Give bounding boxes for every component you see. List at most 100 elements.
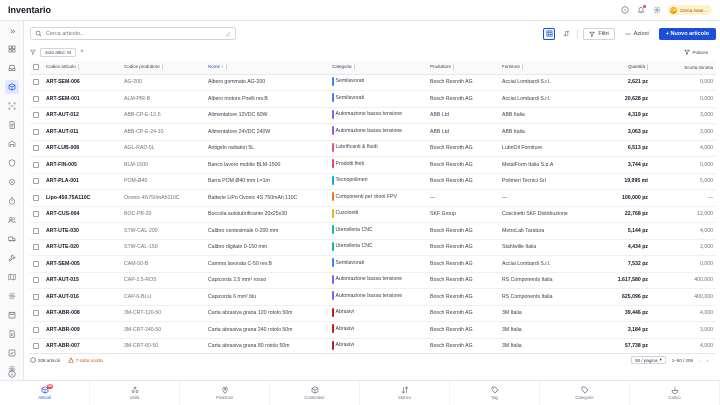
bottom-nav-label: Carico	[668, 395, 681, 400]
next-page-icon[interactable]: ›	[707, 358, 709, 363]
filter-icon	[589, 31, 596, 37]
sidebar-dashboard-icon[interactable]	[5, 42, 19, 56]
sidebar-documents-icon[interactable]	[5, 118, 19, 132]
prev-page-icon[interactable]: ‹	[699, 358, 701, 363]
table-row[interactable]: ART-UTE-020 STW-CAL-150 Calibro digitale 0…	[30, 239, 716, 256]
sidebar-report-icon[interactable]	[5, 327, 19, 341]
select-all-checkbox[interactable]	[30, 61, 43, 75]
table-row[interactable]: ART-SEM-001 ALM-PIR-B Albero motore Pirell…	[30, 90, 716, 108]
cell-producer-code: AG-200	[121, 74, 205, 91]
row-checkbox[interactable]	[30, 239, 43, 256]
row-checkbox[interactable]	[30, 321, 43, 339]
table-row[interactable]: Lipo-450.75A110C Ovonic-4S750mAh110C Batte…	[30, 189, 716, 207]
table-row[interactable]: ART-SEM-006 AG-200 Albero gommato AG-200 Se…	[30, 74, 716, 91]
sidebar-warehouse-icon[interactable]	[5, 137, 19, 151]
row-checkbox[interactable]	[30, 255, 43, 273]
table-row[interactable]: ART-ABR-009 3M-CRT-240-50 Carta abrasiva g…	[30, 321, 716, 339]
row-checkbox[interactable]	[30, 74, 43, 91]
collapse-sidebar-icon[interactable]	[5, 24, 19, 38]
table-row[interactable]: ART-FIN-005 BLM-1500 Banco lavoro mobile B…	[30, 156, 716, 174]
grid-view-button[interactable]	[543, 27, 556, 40]
low-stock-warning[interactable]: 7 sotto scorta	[67, 357, 103, 363]
bell-icon[interactable]	[636, 4, 647, 15]
bottom-nav-item-unit[interactable]: Unità	[90, 381, 180, 405]
col-header-name[interactable]: Nome ↑	[205, 61, 329, 75]
row-checkbox[interactable]	[30, 90, 43, 108]
table-row[interactable]: ART-SEM-005 CAM-50-B Camma lavorata C-50 r…	[30, 255, 716, 273]
sidebar-inbox-icon[interactable]	[5, 61, 19, 75]
category-color-marker	[332, 76, 334, 86]
sidebar-scan-icon[interactable]	[5, 99, 19, 113]
new-item-button[interactable]: + Nuovo articolo	[658, 27, 716, 40]
user-menu[interactable]: CA Cerca Avan...	[668, 5, 712, 15]
col-header-producer[interactable]: Produttore	[427, 61, 499, 75]
row-checkbox[interactable]	[30, 272, 43, 289]
table-row[interactable]: ART-ABR-007 3M-CRT-80-50 Carta abrasiva gr…	[30, 338, 716, 351]
bottom-nav-item-posizioni[interactable]: Posizioni	[180, 381, 270, 405]
bottom-nav-item-articoli[interactable]: Articoli 58	[0, 381, 90, 405]
row-checkbox[interactable]	[30, 288, 43, 306]
search-box[interactable]	[30, 27, 236, 40]
table-row[interactable]: ART-PLA-001 POM-Ø40 Barra POM Ø40 mm L=1m T…	[30, 173, 716, 190]
table-row[interactable]: ART-LUB-008 AGL-RAD-5L Antigelo radiatori …	[30, 140, 716, 157]
table-row[interactable]: ART-UTE-030 STW-CAL-200 Calibro centesimal…	[30, 222, 716, 240]
bottom-nav-item-categorie[interactable]: Categorie	[540, 381, 630, 405]
col-header-min-stock[interactable]: Scorta minima	[651, 61, 716, 75]
col-header-code[interactable]: Codice articolo	[43, 61, 121, 75]
sidebar-gear-icon[interactable]	[5, 289, 19, 303]
filter-chip-active[interactable]: Solo attivi: Sì	[40, 47, 77, 57]
bottom-nav-item-contenitori[interactable]: Contenitori	[270, 381, 360, 405]
policies-button[interactable]: Policies	[684, 49, 708, 55]
sidebar-dot-icon[interactable]	[5, 175, 19, 189]
sidebar-tasks-icon[interactable]	[5, 346, 19, 360]
sidebar-timer-icon[interactable]	[5, 194, 19, 208]
row-checkbox[interactable]	[30, 107, 43, 124]
sidebar-map-icon[interactable]	[5, 270, 19, 284]
remove-filter-icon[interactable]: ×	[80, 49, 84, 55]
sidebar-users-icon[interactable]	[5, 213, 19, 227]
row-checkbox[interactable]	[30, 206, 43, 223]
sidebar-shield-icon[interactable]	[5, 156, 19, 170]
bottom-nav-item-storico[interactable]: Storico	[360, 381, 450, 405]
row-checkbox[interactable]	[30, 173, 43, 190]
search-input[interactable]	[46, 30, 221, 37]
sidebar-truck-icon[interactable]	[5, 232, 19, 246]
sidebar-calendar-icon[interactable]	[5, 308, 19, 322]
row-checkbox[interactable]	[30, 305, 43, 322]
table-row[interactable]: ART-AUT-012 ABB-CP-E-12-5 Alimentatore 12V…	[30, 107, 716, 124]
row-checkbox[interactable]	[30, 338, 43, 351]
row-checkbox[interactable]	[30, 123, 43, 141]
clear-search-icon[interactable]	[225, 31, 231, 37]
filters-button[interactable]: Filtri	[583, 27, 615, 40]
col-header-quantity[interactable]: Quantità	[589, 61, 651, 75]
table-row[interactable]: ART-CUS-004 BOC-PB-20 Boccola autolubrific…	[30, 206, 716, 223]
cell-name: Antigelo radiatori 5L	[205, 140, 329, 157]
row-checkbox[interactable]	[30, 189, 43, 207]
cell-code: ART-SEM-006	[43, 74, 121, 91]
row-checkbox[interactable]	[30, 140, 43, 157]
info-icon[interactable]	[5, 368, 19, 380]
cell-producer: Bosch Rexroth AG	[427, 222, 499, 240]
row-checkbox[interactable]	[30, 222, 43, 240]
col-header-supplier[interactable]: Fornitore	[499, 61, 589, 75]
table-row[interactable]: ART-AUT-016 CAP-6-BLU Capicorda 6 mm² blu A…	[30, 288, 716, 306]
row-checkbox[interactable]	[30, 156, 43, 174]
sidebar-wrench-icon[interactable]	[5, 251, 19, 265]
settings-icon[interactable]	[652, 6, 661, 15]
sort-button[interactable]	[560, 27, 573, 40]
actions-button[interactable]: Azioni	[619, 27, 654, 40]
table-row[interactable]: ART-AUT-011 ABB-CP-E-24-10 Alimentatore 24…	[30, 123, 716, 141]
bottom-nav-item-carico[interactable]: Carico	[630, 381, 720, 405]
col-header-category[interactable]: Categoria	[329, 61, 427, 75]
sidebar-inventory-icon[interactable]	[5, 80, 19, 94]
per-page-select[interactable]: 50 / pagina ▾	[631, 356, 666, 364]
cell-producer-code: STW-CAL-200	[121, 222, 205, 240]
item-count: 206 articoli	[30, 357, 60, 363]
table-row[interactable]: ART-AUT-015 CAP-2.5-ROS Capicorda 2,5 mm² …	[30, 272, 716, 289]
help-icon[interactable]: ?	[620, 6, 629, 15]
cell-code: ART-SEM-001	[43, 90, 121, 108]
bottom-nav-item-tag[interactable]: Tag	[450, 381, 540, 405]
cell-category: Lubrificanti & fluidi	[329, 140, 427, 157]
col-header-producer-code[interactable]: Codice produttore	[121, 61, 205, 75]
table-row[interactable]: ART-ABR-008 3M-CRT-120-50 Carta abrasiva g…	[30, 305, 716, 322]
